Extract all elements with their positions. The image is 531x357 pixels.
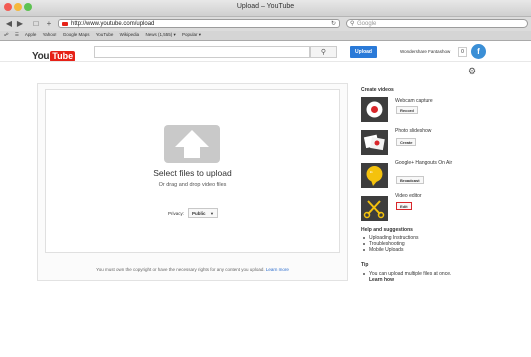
edit-button[interactable]: Edit — [396, 202, 412, 210]
create-button[interactable]: Create — [396, 138, 417, 146]
search-placeholder: Google — [357, 21, 377, 27]
copyright-notice: You must own the copyright or have the n… — [45, 267, 340, 272]
browser-search-field[interactable]: ⚲ Google — [346, 19, 528, 28]
copyright-text: You must own the copyright or have the n… — [96, 267, 265, 272]
drag-drop-hint: Or drag and drop video files — [158, 182, 227, 188]
share-icon[interactable]: □ — [31, 19, 41, 28]
help-link-mobile[interactable]: Mobile Uploads — [363, 247, 403, 253]
learn-how-link[interactable]: Learn how — [369, 277, 394, 283]
webcam-icon — [366, 101, 383, 118]
hangouts-label: Google+ Hangouts On Air — [395, 160, 453, 166]
bookmark-apple[interactable]: Apple — [25, 32, 37, 37]
bullet-icon — [363, 236, 365, 239]
video-editor-label: Video editor — [395, 193, 422, 199]
photo-slideshow-icon — [363, 134, 385, 151]
learn-more-link[interactable]: Learn more — [266, 267, 289, 272]
slideshow-label: Photo slideshow — [395, 128, 432, 134]
search-icon: ⚲ — [350, 21, 355, 27]
notification-count[interactable]: 0 — [458, 47, 467, 57]
avatar[interactable]: f — [471, 44, 486, 59]
video-editor-tile[interactable] — [361, 196, 388, 221]
url-text: http://www.youtube.com/upload — [71, 21, 155, 27]
reload-icon[interactable]: ↻ — [331, 19, 336, 29]
youtube-favicon-icon — [62, 22, 68, 26]
bookmark-youtube[interactable]: YouTube — [96, 32, 114, 37]
help-heading: Help and suggestions — [361, 227, 413, 233]
broadcast-button[interactable]: Broadcast — [396, 176, 424, 184]
upload-arrow-icon[interactable] — [164, 125, 220, 163]
select-files-heading[interactable]: Select files to upload — [45, 168, 340, 178]
bookmarks-list: ☍ ☰ Apple Yahoo! Google Maps YouTube Wik… — [4, 32, 206, 38]
bookmark-google-maps[interactable]: Google Maps — [63, 32, 90, 37]
bullet-icon — [363, 242, 365, 245]
hangouts-tile[interactable]: “ — [361, 163, 388, 188]
upload-button[interactable]: Upload — [350, 46, 377, 58]
forward-icon[interactable]: ▶ — [15, 19, 25, 28]
youtube-search-input[interactable] — [94, 46, 310, 58]
webcam-label: Webcam capture — [395, 98, 433, 104]
record-button[interactable]: Record — [396, 106, 418, 114]
back-icon[interactable]: ◀ — [4, 19, 14, 28]
tip-heading: Tip — [361, 262, 369, 268]
youtube-logo[interactable]: You Tube — [32, 46, 76, 62]
slideshow-tile[interactable] — [361, 130, 388, 155]
bookmark-news[interactable]: News (1,555) ▾ — [145, 32, 175, 37]
bullet-icon — [363, 272, 365, 275]
svg-text:“: “ — [370, 170, 373, 179]
search-icon: ⚲ — [320, 49, 327, 56]
bookmark-wikipedia[interactable]: Wikipedia — [120, 32, 140, 37]
add-tab-icon[interactable]: + — [44, 19, 54, 28]
bullet-icon — [363, 248, 365, 251]
hangouts-icon: “ — [366, 166, 383, 186]
youtube-search-button[interactable]: ⚲ — [310, 46, 337, 58]
bookmark-popular[interactable]: Popular ▾ — [182, 32, 201, 37]
scissors-icon — [363, 200, 385, 219]
window-title: Upload – YouTube — [236, 3, 295, 10]
header-divider — [0, 61, 531, 62]
reading-list-icon[interactable]: ☍ — [4, 32, 9, 37]
account-name[interactable]: Wondershare Fantashow — [400, 49, 450, 54]
bookmark-yahoo[interactable]: Yahoo! — [43, 32, 57, 37]
bookmarks-icon[interactable]: ☰ — [15, 32, 19, 37]
create-videos-heading: Create videos — [361, 87, 394, 93]
help-link-text: Mobile Uploads — [369, 247, 404, 253]
gear-icon[interactable]: ⚙ — [468, 66, 476, 77]
webcam-tile[interactable] — [361, 97, 388, 122]
privacy-label: Privacy: — [168, 211, 185, 216]
privacy-select[interactable]: Public ▼ — [188, 208, 218, 218]
privacy-value: Public — [192, 211, 206, 216]
chevron-down-icon: ▼ — [210, 211, 214, 216]
url-field[interactable]: http://www.youtube.com/upload — [58, 19, 340, 28]
